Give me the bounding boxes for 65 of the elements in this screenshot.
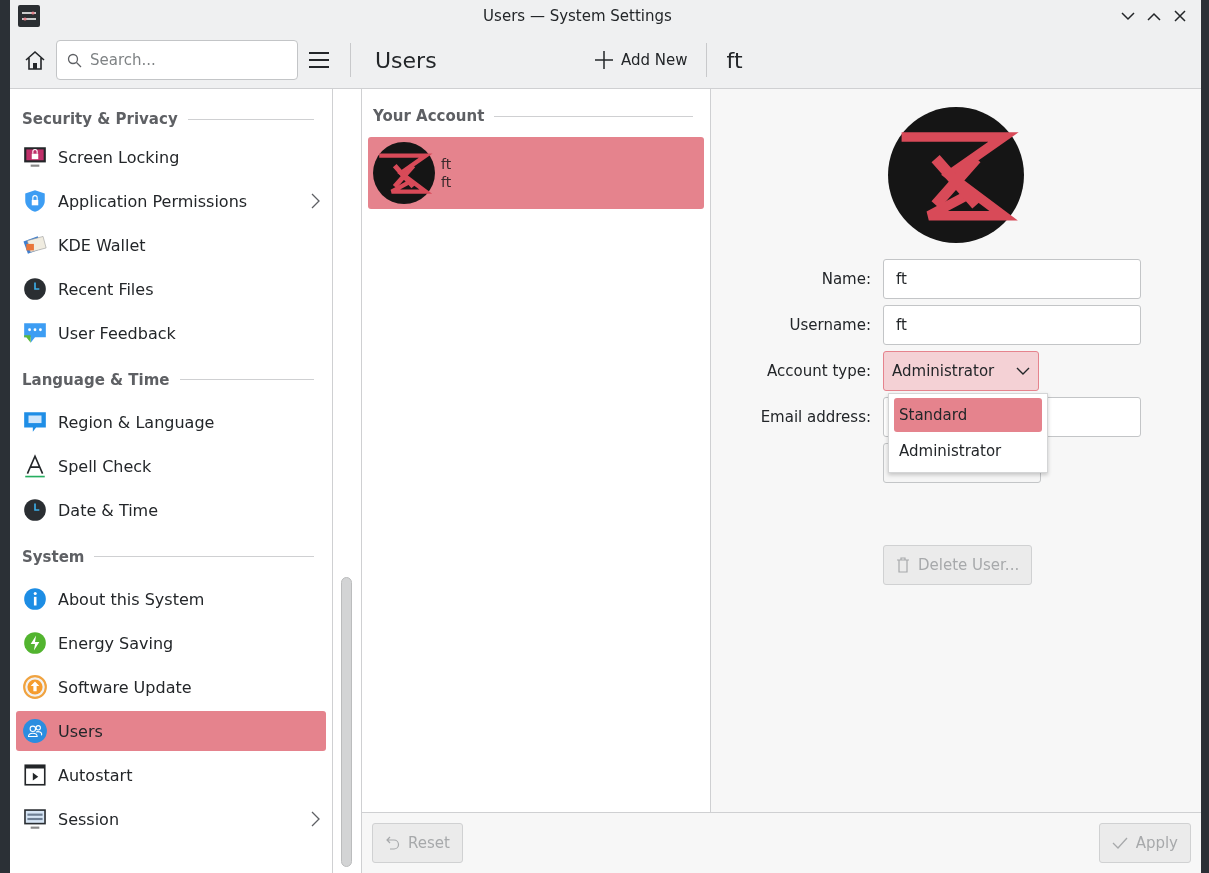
sidebar-item[interactable]: Software Update [16, 667, 326, 707]
sidebar-item[interactable]: User Feedback [16, 313, 326, 353]
feedback-icon [22, 320, 48, 346]
caret-icon [1016, 366, 1030, 376]
maximize-icon[interactable] [1147, 11, 1161, 21]
trash-icon [896, 557, 910, 573]
menu-icon[interactable] [308, 51, 330, 69]
avatar-icon [888, 107, 1024, 243]
sidebar-item[interactable]: Region & Language [16, 402, 326, 442]
user-username: ft [441, 174, 452, 190]
sidebar-item[interactable]: Screen Locking [16, 137, 326, 177]
section-heading: Language & Time [22, 370, 170, 389]
section-heading: System [22, 547, 85, 566]
search-icon [67, 52, 82, 68]
account-type-label: Account type: [766, 362, 871, 380]
undo-icon [385, 835, 400, 851]
name-field[interactable]: ft [883, 259, 1141, 299]
chevron-icon [311, 193, 320, 209]
screen-lock-icon [22, 144, 48, 170]
sidebar-item[interactable]: KDE Wallet [16, 225, 326, 265]
scrollbar[interactable] [341, 577, 352, 867]
plus-icon [595, 51, 613, 69]
window-title: Users — System Settings [482, 7, 673, 25]
close-icon[interactable] [1174, 10, 1186, 22]
account-type-dropdown[interactable]: Administrator [883, 351, 1039, 391]
user-name: ft [441, 156, 452, 172]
home-icon[interactable] [24, 49, 46, 71]
username-field[interactable]: ft [883, 305, 1141, 345]
checkmark-icon [1111, 837, 1128, 849]
user-list-item[interactable]: ft ft [368, 137, 704, 209]
name-label: Name: [820, 270, 871, 288]
sidebar-item[interactable]: Session [16, 799, 326, 839]
detail-title: ft [725, 47, 743, 73]
search-placeholder: Search... [90, 51, 156, 69]
sidebar-item[interactable]: Recent Files [16, 269, 326, 309]
section-heading: Security & Privacy [22, 110, 178, 128]
spell-icon [22, 453, 48, 479]
info-icon [22, 586, 48, 612]
search-field[interactable]: Search... [56, 40, 298, 80]
clock-icon [22, 276, 48, 302]
session-icon [22, 806, 48, 832]
energy-icon [22, 630, 48, 656]
sidebar-item[interactable]: Date & Time [16, 490, 326, 530]
shield-icon [22, 188, 48, 214]
avatar-icon [373, 142, 435, 204]
sidebar-item[interactable]: Users [16, 711, 326, 751]
clock-icon [22, 497, 48, 523]
sidebar-item[interactable]: About this System [16, 579, 326, 619]
users-icon [22, 718, 48, 744]
add-new-button[interactable]: Add New [587, 47, 696, 73]
username-label: Username: [788, 316, 871, 334]
sidebar-item[interactable]: Autostart [16, 755, 326, 795]
dropdown-option[interactable]: Standard [894, 398, 1042, 432]
app-icon[interactable] [18, 5, 40, 27]
sidebar-item[interactable]: Spell Check [16, 446, 326, 486]
minimize-icon[interactable] [1121, 11, 1135, 21]
page-title: Users [374, 47, 438, 73]
email-label: Email address: [759, 408, 871, 426]
dropdown-option[interactable]: Administrator [894, 434, 1042, 468]
autostart-icon [22, 762, 48, 788]
section-heading: Your Account [373, 107, 485, 125]
chevron-icon [311, 811, 320, 827]
update-icon [22, 674, 48, 700]
sidebar-item[interactable]: Application Permissions [16, 181, 326, 221]
sidebar-item[interactable]: Energy Saving [16, 623, 326, 663]
